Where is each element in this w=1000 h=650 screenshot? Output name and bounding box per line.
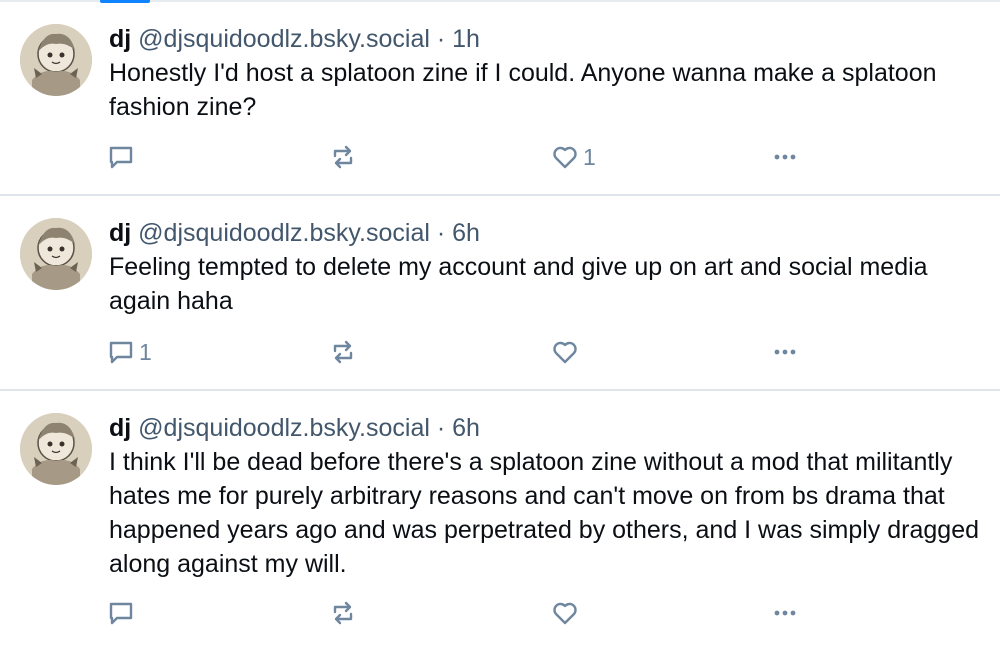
author-handle[interactable]: @djsquidoodlz.bsky.social	[138, 414, 430, 442]
post-time[interactable]: 1h	[452, 25, 480, 53]
repost-arrows-icon	[328, 337, 358, 367]
reply-count: 1	[139, 338, 152, 365]
author-name[interactable]: dj	[109, 219, 131, 247]
author-name[interactable]: dj	[109, 25, 131, 53]
repost-button[interactable]	[328, 336, 361, 368]
post-time[interactable]: 6h	[452, 414, 480, 442]
more-options-button[interactable]	[770, 597, 800, 629]
post-meta: dj @djsquidoodlz.bsky.social · 6h	[109, 216, 989, 250]
like-button[interactable]	[550, 336, 583, 368]
author-name[interactable]: dj	[109, 414, 131, 442]
meta-separator: ·	[436, 25, 446, 53]
post-meta: dj @djsquidoodlz.bsky.social · 1h	[109, 22, 989, 56]
ellipsis-icon	[770, 337, 800, 367]
avatar[interactable]	[20, 218, 92, 290]
ellipsis-icon	[770, 598, 800, 628]
post-time[interactable]: 6h	[452, 219, 480, 247]
post-content: dj @djsquidoodlz.bsky.social · 6h I thin…	[109, 411, 989, 581]
meta-separator: ·	[436, 414, 446, 442]
post-text: Feeling tempted to delete my account and…	[109, 253, 928, 315]
post-actions	[106, 597, 826, 629]
repost-button[interactable]	[328, 141, 361, 173]
post-content: dj @djsquidoodlz.bsky.social · 6h Feelin…	[109, 216, 989, 318]
speech-bubble-icon	[106, 142, 136, 172]
post-item[interactable]: dj @djsquidoodlz.bsky.social · 6h Feelin…	[0, 196, 1000, 391]
author-handle[interactable]: @djsquidoodlz.bsky.social	[138, 219, 430, 247]
like-button[interactable]: 1	[550, 141, 596, 173]
heart-icon	[550, 598, 580, 628]
post-feed: dj @djsquidoodlz.bsky.social · 1h Honest…	[0, 2, 1000, 650]
speech-bubble-icon	[106, 337, 136, 367]
reply-button[interactable]	[106, 597, 139, 629]
ellipsis-icon	[770, 142, 800, 172]
post-item[interactable]: dj @djsquidoodlz.bsky.social · 6h I thin…	[0, 391, 1000, 650]
repost-arrows-icon	[328, 142, 358, 172]
avatar[interactable]	[20, 24, 92, 96]
speech-bubble-icon	[106, 598, 136, 628]
heart-icon	[550, 142, 580, 172]
post-content: dj @djsquidoodlz.bsky.social · 1h Honest…	[109, 22, 989, 124]
post-actions: 1	[106, 141, 826, 173]
like-count: 1	[583, 143, 596, 170]
post-text: I think I'll be dead before there's a sp…	[109, 448, 979, 578]
author-handle[interactable]: @djsquidoodlz.bsky.social	[138, 25, 430, 53]
more-options-button[interactable]	[770, 141, 800, 173]
more-options-button[interactable]	[770, 336, 800, 368]
post-meta: dj @djsquidoodlz.bsky.social · 6h	[109, 411, 989, 445]
meta-separator: ·	[436, 219, 446, 247]
reply-button[interactable]	[106, 141, 139, 173]
heart-icon	[550, 337, 580, 367]
like-button[interactable]	[550, 597, 583, 629]
post-actions: 1	[106, 336, 826, 368]
reply-button[interactable]: 1	[106, 336, 152, 368]
post-item[interactable]: dj @djsquidoodlz.bsky.social · 1h Honest…	[0, 2, 1000, 196]
avatar[interactable]	[20, 413, 92, 485]
repost-arrows-icon	[328, 598, 358, 628]
post-text: Honestly I'd host a splatoon zine if I c…	[109, 59, 937, 121]
repost-button[interactable]	[328, 597, 361, 629]
